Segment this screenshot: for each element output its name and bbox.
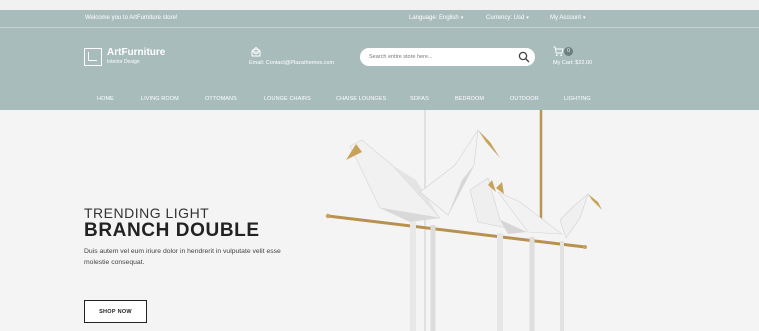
hero-banner: TRENDING LIGHT BRANCH DOUBLE Duis autem … (0, 110, 759, 331)
nav-item-bedroom[interactable]: BEDROOM (455, 96, 484, 102)
top-bar: Welcome you to ArtFurniture store! Langu… (0, 10, 759, 28)
search-input[interactable] (369, 51, 509, 63)
language-label: Language: English (409, 15, 459, 21)
nav-item-lighting[interactable]: LIGHTING (564, 96, 591, 102)
mini-cart[interactable]: 0 My Cart: $22.00 (553, 46, 613, 72)
search-icon[interactable] (518, 51, 530, 63)
logo-mark (84, 48, 102, 66)
chevron-down-icon: ▾ (583, 15, 586, 21)
contact-email: Email: Contact@Plazathemes.com (249, 60, 335, 66)
envelope-icon (251, 46, 261, 57)
nav-item-lounge-chairs[interactable]: LOUNGE CHAIRS (264, 96, 311, 102)
logo-tagline: Interior Design (107, 59, 140, 65)
nav-item-living-room[interactable]: LIVING ROOM (141, 96, 179, 102)
main-navigation: HOME LIVING ROOM OTTOMANS LOUNGE CHAIRS … (0, 91, 759, 110)
chevron-down-icon: ▾ (460, 15, 464, 21)
cart-total: My Cart: $22.00 (553, 60, 593, 66)
nav-item-outdoor[interactable]: OUTDOOR (510, 96, 539, 102)
top-strip (0, 0, 759, 10)
hero-kicker: TRENDING LIGHT (84, 205, 210, 221)
nav-item-sofas[interactable]: SOFAS (410, 96, 429, 102)
nav-item-ottomans[interactable]: OTTOMANS (205, 96, 237, 102)
welcome-message: Welcome you to ArtFurniture store! (85, 15, 178, 21)
cart-count-badge: 0 (564, 47, 573, 56)
site-header: Welcome you to ArtFurniture store! Langu… (0, 10, 759, 110)
currency-selector[interactable]: Currency: Usd ▾ (486, 15, 529, 21)
hero-headline: BRANCH DOUBLE (84, 220, 260, 241)
shop-now-button[interactable]: SHOP NOW (84, 300, 147, 323)
account-label: My Account (550, 15, 582, 21)
language-selector[interactable]: Language: English ▾ (409, 15, 463, 21)
hero-description: Duis autem vel eum iriure dolor in hendr… (84, 248, 281, 266)
search-bar (360, 48, 535, 66)
account-menu[interactable]: My Account ▾ (550, 15, 586, 21)
logo-name: ArtFurniture (107, 47, 166, 58)
contact-info: Email: Contact@Plazathemes.com (249, 46, 349, 72)
currency-label: Currency: Usd (486, 15, 525, 21)
chevron-down-icon: ▾ (526, 15, 529, 21)
nav-item-chaise-lounges[interactable]: CHAISE LOUNGES (336, 96, 386, 102)
cart-icon (553, 46, 564, 57)
nav-item-home[interactable]: HOME (97, 96, 114, 102)
